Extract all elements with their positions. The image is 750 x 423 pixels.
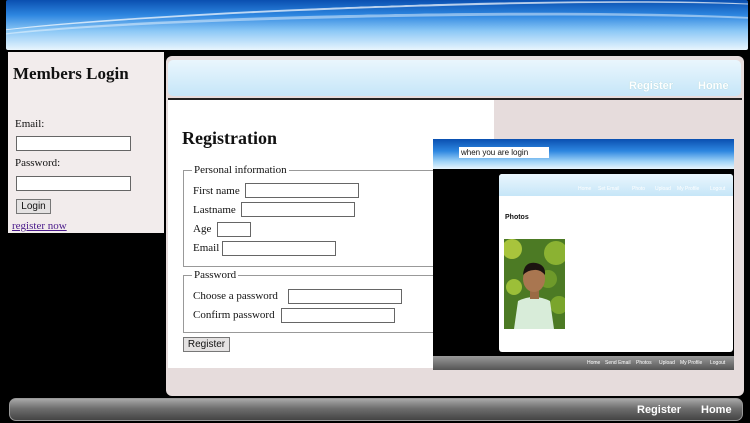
inset-banner-text: when you are login (459, 147, 549, 158)
main-nav-bar: Register Home (168, 60, 741, 96)
confirm-password-label: Confirm password (193, 309, 275, 321)
login-title: Members Login (13, 64, 129, 83)
inset-footer-item: Photos (636, 360, 652, 366)
password-fieldset (183, 275, 438, 333)
login-password-input[interactable] (16, 176, 131, 191)
inset-footer-item: Home (587, 360, 601, 366)
lastname-label: Lastname (193, 204, 236, 216)
nav-register-link[interactable]: Register (629, 80, 673, 92)
register-now-link[interactable]: register now (12, 220, 67, 232)
personal-info-legend: Personal information (192, 164, 289, 176)
footer-register-link[interactable]: Register (637, 404, 681, 416)
inset-nav-item: My Profile (677, 186, 700, 192)
inset-footer-item: Upload (659, 360, 675, 366)
registration-title: Registration (182, 128, 277, 148)
choose-password-input[interactable] (288, 289, 402, 304)
email-label: Email: (15, 118, 45, 130)
inset-nav-item: Upload (655, 186, 671, 192)
first-name-label: First name (193, 185, 240, 197)
email-label: Email (193, 242, 220, 254)
register-button[interactable]: Register (183, 337, 230, 352)
header-banner (6, 0, 748, 50)
confirm-password-input[interactable] (281, 308, 395, 323)
inset-bottom-nav: Home Send Email Photos Upload My Profile… (433, 356, 734, 370)
footer-home-link[interactable]: Home (701, 404, 732, 416)
inset-top-nav: Home Set Email Photo Upload My Profile L… (499, 174, 733, 196)
password-legend: Password (192, 269, 239, 281)
inset-footer-item: My Profile (680, 360, 703, 366)
login-button[interactable]: Login (16, 199, 51, 214)
inset-nav-item: Set Email (598, 186, 620, 192)
inset-footer-item: Send Email (605, 360, 631, 366)
inset-nav-item: Logout (710, 186, 726, 192)
inset-nav-item: Home (578, 186, 592, 192)
choose-password-label: Choose a password (193, 290, 278, 302)
inset-footer-item: Logout (710, 360, 726, 366)
password-label: Password: (15, 157, 61, 169)
lastname-input[interactable] (241, 202, 355, 217)
age-input[interactable] (217, 222, 251, 237)
email-input[interactable] (222, 241, 336, 256)
inset-photos-title: Photos (505, 214, 529, 221)
profile-photo (504, 239, 565, 329)
nav-home-link[interactable]: Home (698, 80, 729, 92)
first-name-input[interactable] (245, 183, 359, 198)
inset-nav-item: Photo (632, 186, 646, 192)
footer-bar: Register Home (9, 398, 743, 421)
age-label: Age (193, 223, 212, 235)
login-email-input[interactable] (16, 136, 131, 151)
login-panel: Members Login Email: Password: Login reg… (8, 52, 164, 233)
